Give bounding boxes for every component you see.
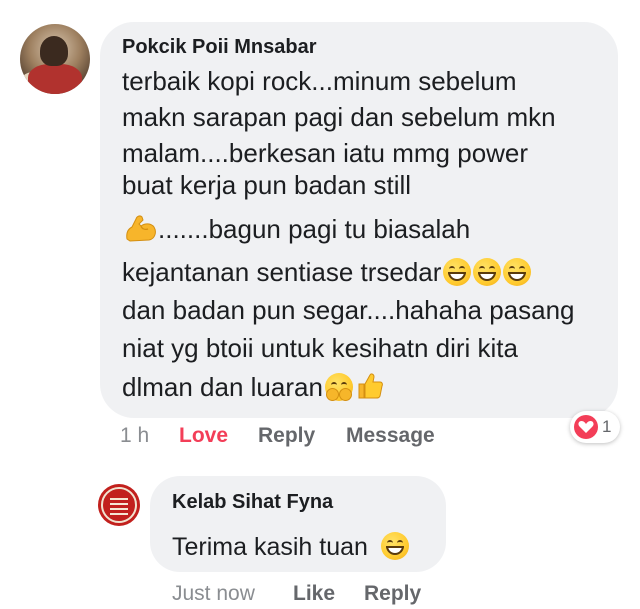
reply-timestamp[interactable]: Just now [172,582,255,606]
grinning-face-icon [380,532,409,560]
flexed-biceps-icon [124,213,158,243]
comment-line-5: .......bagun pagi tu biasalah [158,214,471,244]
comment-line-8: niat yg btoii untuk kesihatn diri kita [122,333,518,363]
comment-line-2: makn sarapan pagi dan sebelum mkn [122,102,556,132]
avatar-pokcik[interactable] [20,24,90,94]
grinning-face-icon [503,258,532,286]
thumbs-up-icon [355,371,385,401]
comment-line-7: dan badan pun segar....hahaha pasang [122,295,575,325]
message-button[interactable]: Message [346,424,435,448]
comment-line-9: dlman dan luaran [122,372,323,402]
reply-author[interactable]: Kelab Sihat Fyna [172,491,333,514]
avatar-kelab-sihat[interactable] [98,484,140,526]
comment-line-4: buat kerja pun badan still [122,170,412,200]
comment-line-9-row: dlman dan luaran [122,371,385,403]
hugging-face-icon [324,373,353,401]
love-button[interactable]: Love [179,424,228,448]
comment-line-5-row: .......bagun pagi tu biasalah [122,213,470,245]
comment-author[interactable]: Pokcik Poii Mnsabar [122,36,317,59]
like-button[interactable]: Like [293,582,335,606]
comment-line-6: kejantanan sentiase trsedar [122,257,442,287]
reply-button[interactable]: Reply [258,424,315,448]
reply-reply-button[interactable]: Reply [364,582,421,606]
comment-line-1: terbaik kopi rock...minum sebelum [122,66,517,96]
grinning-face-icon [473,258,502,286]
comment-line-3: malam....berkesan iatu mmg power [122,138,529,168]
heart-icon [574,415,598,439]
comment-line-6-row: kejantanan sentiase trsedar [122,257,532,288]
reaction-count: 1 [602,417,612,436]
reply-text: Terima kasih tuan [172,533,368,561]
grinning-face-icon [443,258,472,286]
comment-timestamp[interactable]: 1 h [120,424,149,448]
reaction-badge[interactable]: 1 [570,411,620,443]
comment-thread: Pokcik Poii Mnsabar terbaik kopi rock...… [0,0,640,609]
reply-text-row: Terima kasih tuan [172,532,409,562]
